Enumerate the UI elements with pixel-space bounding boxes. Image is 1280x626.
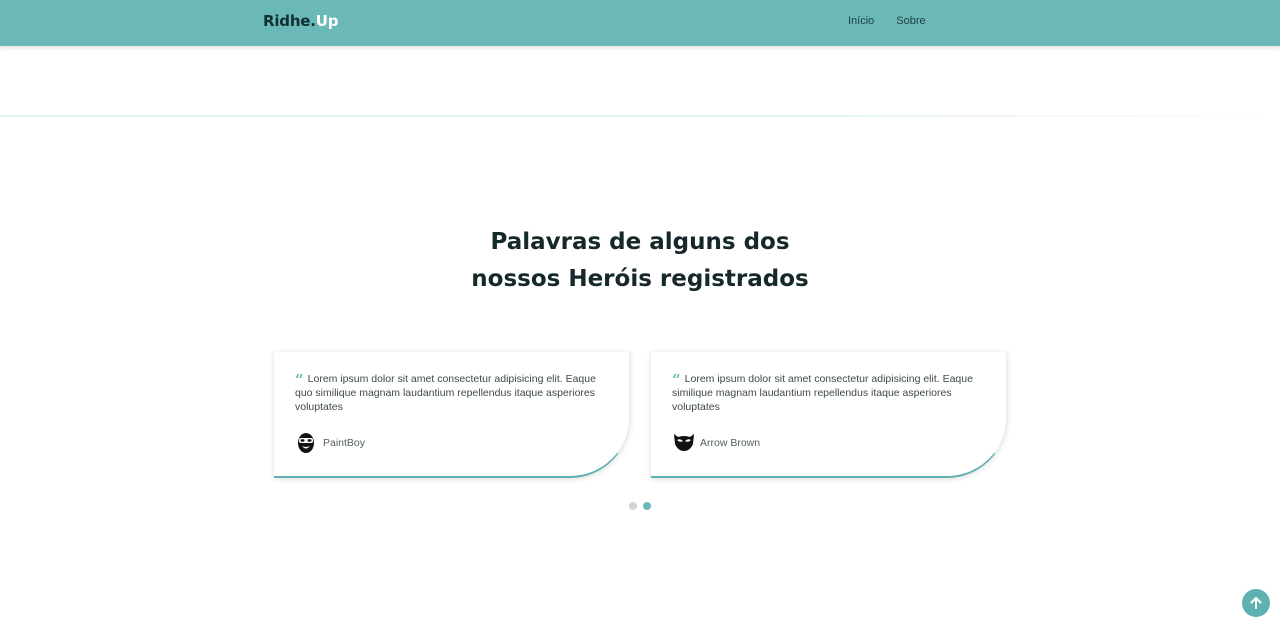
section-title: Palavras de alguns dos nossos Heróis reg… [0, 224, 1280, 298]
quote-icon: “ [672, 371, 681, 389]
nav-links: Início Sobre [848, 15, 926, 27]
testimonial-author: Arrow Brown [673, 432, 760, 454]
carousel-dot-2[interactable] [643, 502, 651, 510]
arrow-up-icon [1250, 597, 1262, 609]
nav-link-inicio[interactable]: Início [848, 15, 874, 27]
brand-logo[interactable]: Ridhe.Up [263, 12, 339, 30]
brand-accent-text: Up [315, 12, 339, 30]
section-divider [0, 115, 1280, 117]
testimonial-quote-text: Lorem ipsum dolor sit amet consectetur a… [295, 373, 596, 413]
navbar: Ridhe.Up Início Sobre [0, 0, 1280, 46]
back-to-top-button[interactable] [1242, 589, 1270, 617]
section-title-line-1: Palavras de alguns dos [490, 229, 790, 255]
quote-icon: “ [295, 371, 304, 389]
carousel-pagination [629, 502, 651, 510]
testimonial-quote: “Lorem ipsum dolor sit amet consectetur … [295, 372, 605, 414]
nav-link-sobre[interactable]: Sobre [896, 15, 925, 27]
testimonial-author-name: PaintBoy [323, 437, 366, 449]
hero-mask-arrow-icon [673, 432, 694, 454]
hero-mask-paintboy-icon [296, 432, 316, 454]
section-title-line-2: nossos Heróis registrados [471, 266, 809, 292]
brand-main-text: Ridhe. [263, 12, 316, 30]
testimonial-author: PaintBoy [296, 432, 365, 454]
testimonial-card: “Lorem ipsum dolor sit amet consectetur … [274, 352, 630, 478]
testimonial-author-name: Arrow Brown [700, 437, 761, 449]
carousel-dot-1[interactable] [629, 502, 637, 510]
testimonial-quote-text: Lorem ipsum dolor sit amet consectetur a… [672, 373, 973, 413]
testimonial-card: “Lorem ipsum dolor sit amet consectetur … [651, 352, 1007, 478]
testimonial-quote: “Lorem ipsum dolor sit amet consectetur … [672, 372, 982, 414]
